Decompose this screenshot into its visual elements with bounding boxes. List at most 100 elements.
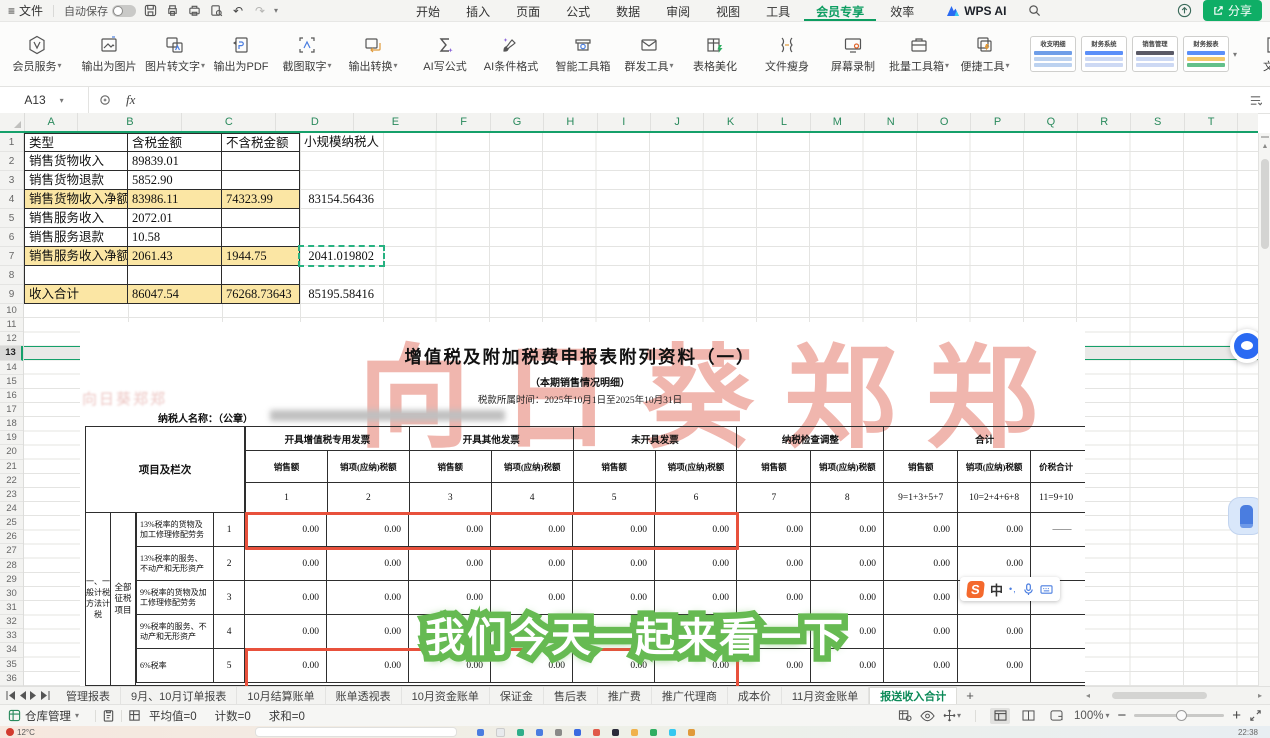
sheet-tab[interactable]: 11月资金账单 xyxy=(782,687,870,704)
autosave-control[interactable]: 自动保存 xyxy=(64,3,137,19)
table-row[interactable]: 类型 含税金额 不含税金额 小规模纳税人 xyxy=(24,133,383,152)
row-header[interactable]: 10 xyxy=(0,304,23,319)
windows-taskbar[interactable]: 12°C 22:38 xyxy=(0,726,1270,738)
horizontal-scroll-thumb[interactable] xyxy=(1111,692,1207,699)
row-header[interactable]: 28 xyxy=(0,559,23,573)
column-header[interactable]: S xyxy=(1131,113,1185,131)
menu-tab[interactable]: 开始 xyxy=(404,0,452,21)
cell-tax-excluded[interactable] xyxy=(222,209,300,228)
page-break-view-button[interactable] xyxy=(1046,708,1066,724)
cell-tax-included[interactable]: 86047.54 xyxy=(128,285,222,304)
cell-tax-excluded[interactable]: 76268.73643 xyxy=(222,285,300,304)
split-handle[interactable] xyxy=(1261,136,1269,138)
menu-tab[interactable]: 效率 xyxy=(878,0,926,21)
row-header[interactable]: 29 xyxy=(0,573,23,587)
row-header[interactable]: 3 xyxy=(0,171,23,190)
horizontal-scrollbar[interactable]: ◂ ▸ xyxy=(1086,691,1270,700)
table-row[interactable] xyxy=(24,266,383,285)
eye-protect-icon[interactable] xyxy=(920,710,935,722)
row-header[interactable]: 21 xyxy=(0,460,23,474)
column-header[interactable]: P xyxy=(971,113,1025,131)
column-header[interactable]: K xyxy=(704,113,758,131)
cell-type[interactable] xyxy=(24,266,128,285)
cell-small-taxpayer[interactable]: 83154.56436 xyxy=(300,190,383,209)
cell-tax-excluded[interactable]: 1944.75 xyxy=(222,247,300,266)
keyboard-icon[interactable] xyxy=(1040,584,1053,595)
image-to-text-button[interactable]: 图片转文字 ▾ xyxy=(142,31,208,78)
column-header[interactable]: Q xyxy=(1025,113,1079,131)
cell-tax-included[interactable] xyxy=(128,266,222,285)
batch-toolbox-button[interactable]: 批量工具箱 ▾ xyxy=(886,31,952,78)
cell-type[interactable]: 销售货物收入 xyxy=(24,152,128,171)
select-all-corner[interactable] xyxy=(0,113,25,131)
add-sheet-button[interactable]: + xyxy=(957,688,983,703)
row-header[interactable]: 35 xyxy=(0,658,23,672)
cell-tax-included[interactable]: 83986.11 xyxy=(128,190,222,209)
row-header[interactable]: 11 xyxy=(0,318,23,333)
output-convert-button[interactable]: 输出转换 ▾ xyxy=(340,31,406,78)
row-header[interactable]: 32 xyxy=(0,615,23,630)
column-header[interactable]: E xyxy=(354,113,438,131)
last-sheet-button[interactable] xyxy=(39,691,50,700)
row-header[interactable]: 26 xyxy=(0,530,23,545)
ai-conditional-format-button[interactable]: AI条件格式 xyxy=(478,31,544,78)
selection-stats-icon[interactable] xyxy=(128,709,141,722)
row-header[interactable]: 9 xyxy=(0,285,23,304)
row-header[interactable]: 27 xyxy=(0,544,23,559)
menu-tab[interactable]: 工具 xyxy=(754,0,802,21)
library-button[interactable]: 文库 xyxy=(1241,31,1270,78)
row-header[interactable]: 34 xyxy=(0,643,23,658)
cell-tax-included[interactable]: 10.58 xyxy=(128,228,222,247)
zoom-out-button[interactable]: − xyxy=(1117,708,1126,723)
member-services-button[interactable]: 会员服务 ▾ xyxy=(4,31,70,78)
templates-chevron-icon[interactable]: ▾ xyxy=(1233,50,1237,59)
sheet-tab[interactable]: 管理报表 xyxy=(56,687,121,704)
column-header[interactable]: D xyxy=(276,113,355,131)
toolbar-options-chevron-icon[interactable]: ▾ xyxy=(274,6,278,15)
row-header[interactable]: 5 xyxy=(0,209,23,228)
table-row[interactable]: 销售货物退款 5852.90 xyxy=(24,171,383,190)
cell-type[interactable]: 类型 xyxy=(24,133,128,152)
column-header[interactable]: C xyxy=(182,113,277,131)
row-header[interactable]: 22 xyxy=(0,474,23,488)
upload-cloud-icon[interactable] xyxy=(1177,3,1193,19)
cell-small-taxpayer[interactable]: 85195.58416 xyxy=(300,285,383,304)
column-header[interactable]: B xyxy=(78,113,183,131)
vertical-scroll-thumb[interactable] xyxy=(1261,159,1269,249)
ime-toolbar[interactable]: S 中 •, xyxy=(960,577,1060,601)
cell-type[interactable]: 销售服务收入净额 xyxy=(24,247,128,266)
file-menu[interactable]: ≡ 文件 xyxy=(8,2,43,19)
undo-icon[interactable]: ↶ xyxy=(230,3,246,19)
export-pdf-button[interactable]: 输出为PDF xyxy=(208,31,274,78)
sheet-tab[interactable]: 保证金 xyxy=(490,687,544,704)
taskbar-app-icons[interactable] xyxy=(476,727,695,737)
table-beautify-button[interactable]: 表格美化 xyxy=(682,31,748,78)
menu-tab[interactable]: 公式 xyxy=(554,0,602,21)
table-row[interactable]: 销售货物收入净额 83986.11 74323.99 83154.56436 xyxy=(24,190,383,209)
share-button[interactable]: 分享 xyxy=(1202,0,1262,21)
cell-tax-included[interactable]: 2061.43 xyxy=(128,247,222,266)
cell-small-taxpayer[interactable] xyxy=(300,266,383,285)
template-card[interactable]: 销售管理 xyxy=(1132,36,1178,72)
menu-tab[interactable]: 审阅 xyxy=(654,0,702,21)
cell-type[interactable]: 收入合计 xyxy=(24,285,128,304)
print-preview-icon[interactable] xyxy=(208,3,224,19)
row-header[interactable]: 33 xyxy=(0,629,23,644)
smart-toolbox-button[interactable]: 智能工具箱 xyxy=(550,31,616,78)
normal-view-button[interactable] xyxy=(990,707,1011,724)
file-slim-button[interactable]: 文件瘦身 xyxy=(754,31,820,78)
column-header[interactable]: R xyxy=(1078,113,1132,131)
zoom-slider[interactable] xyxy=(1134,710,1225,721)
sheet-tab[interactable]: 账单透视表 xyxy=(326,687,402,704)
row-header[interactable]: 8 xyxy=(0,266,23,285)
template-card[interactable]: 收支明细 xyxy=(1030,36,1076,72)
ai-formula-button[interactable]: AI写公式 xyxy=(412,31,478,78)
quick-tools-button[interactable]: 便捷工具 ▾ xyxy=(952,31,1018,78)
menu-tab[interactable]: 会员专享 xyxy=(804,0,877,21)
autosave-toggle[interactable] xyxy=(112,4,137,17)
scroll-right-arrow-icon[interactable]: ▸ xyxy=(1258,691,1262,700)
table-row[interactable]: 销售服务收入 2072.01 xyxy=(24,209,383,228)
sheet-tab[interactable]: 售后表 xyxy=(544,687,598,704)
column-header[interactable]: L xyxy=(758,113,812,131)
sheet-mode-selector[interactable]: 仓库管理 ▾ xyxy=(8,708,79,724)
